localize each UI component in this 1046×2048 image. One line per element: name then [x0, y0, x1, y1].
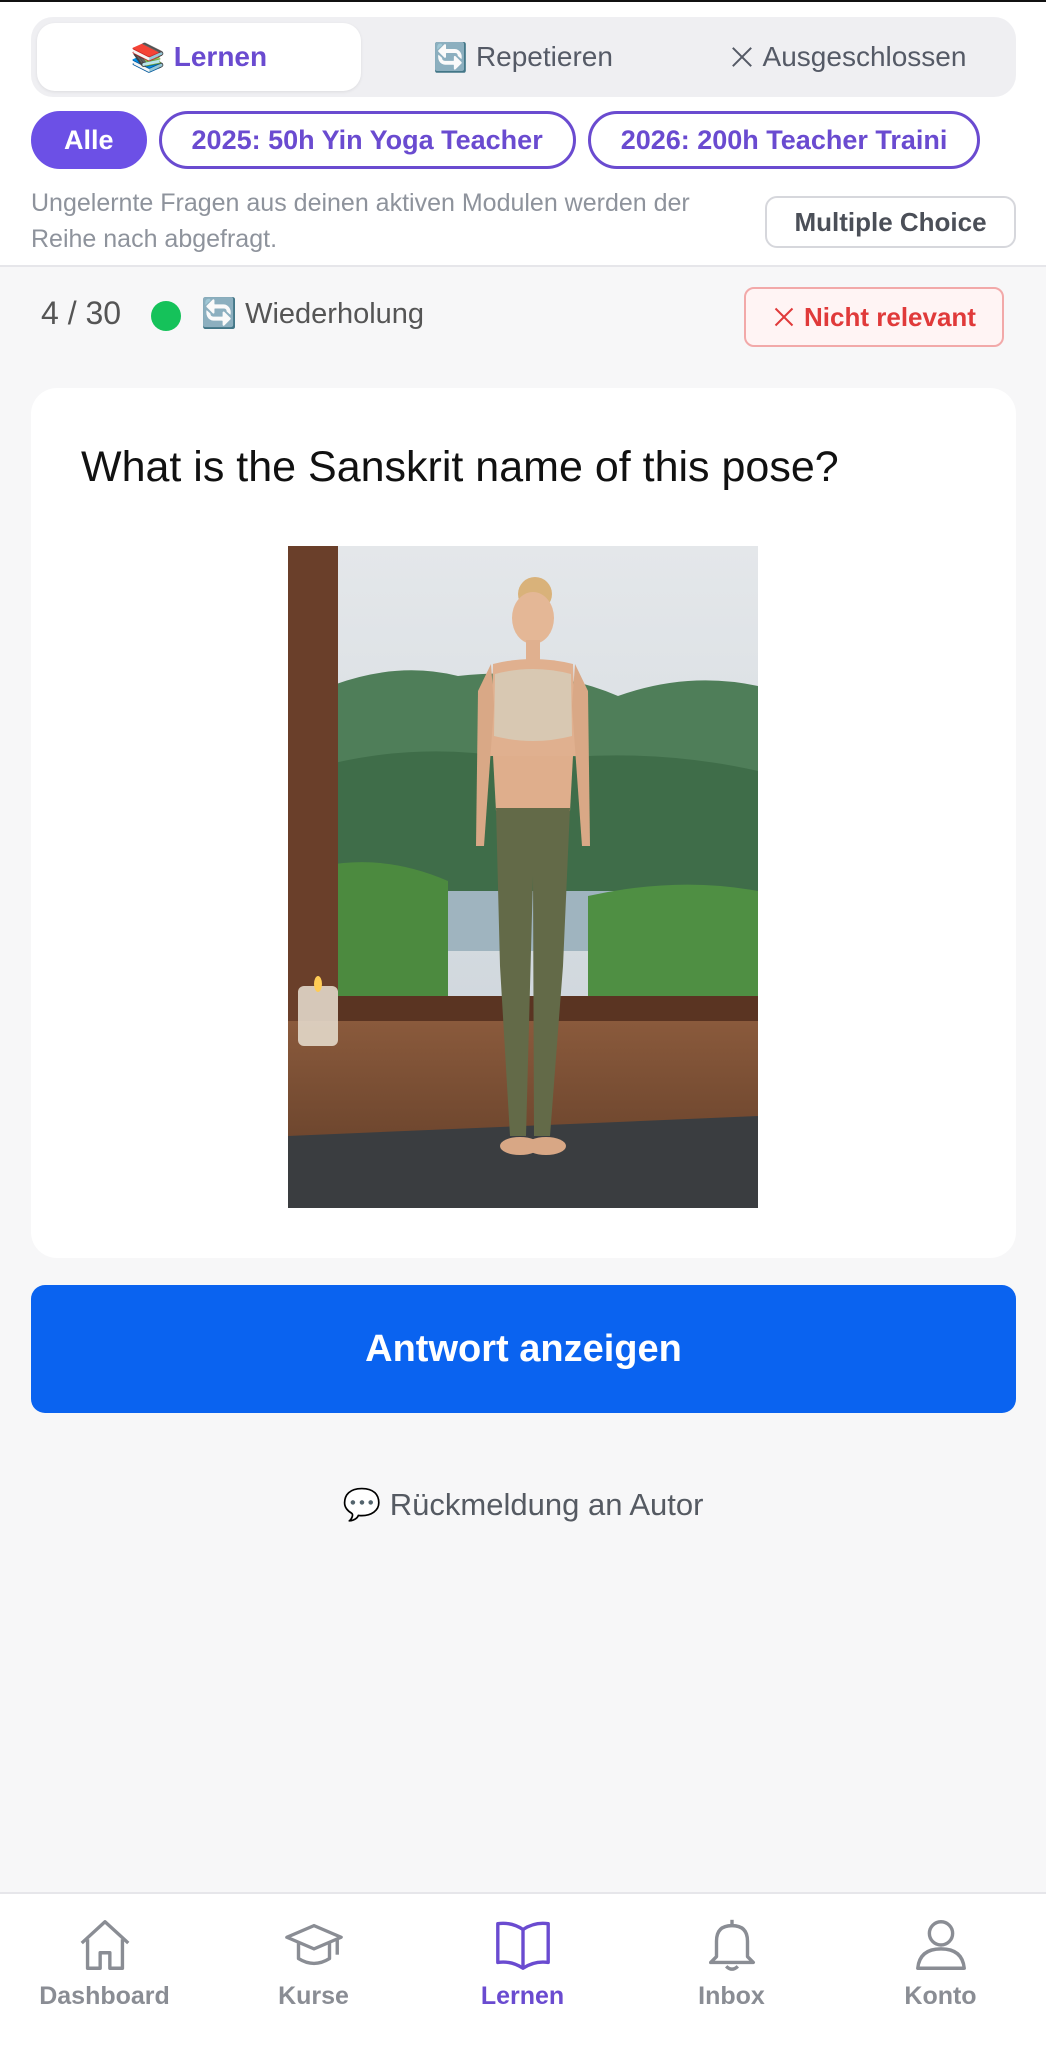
bell-icon — [708, 1919, 755, 1971]
nav-label-inbox: Inbox — [698, 1982, 765, 2010]
nav-item-dashboard[interactable]: Dashboard — [0, 1894, 209, 2048]
multiple-choice-button[interactable]: Multiple Choice — [765, 196, 1016, 248]
tab-repetieren-label: Repetieren — [475, 41, 613, 72]
tab-ausgeschlossen-label: Ausgeschlossen — [762, 41, 967, 72]
filter-chip-yin-yoga[interactable]: 2025: 50h Yin Yoga Teacher — [158, 111, 576, 169]
nav-label-lernen: Lernen — [480, 1982, 565, 2010]
question-status-row: 4 / 30 🔄 Wiederholung Nicht relevant — [41, 287, 1016, 347]
not-relevant-button[interactable]: Nicht relevant — [744, 287, 1004, 347]
repeat-icon: 🔄 — [433, 41, 468, 73]
feedback-to-author-link[interactable]: 💬 Rückmeldung an Autor — [0, 1486, 1046, 1523]
nav-item-lernen[interactable]: Lernen — [418, 1894, 627, 2048]
question-counter: 4 / 30 — [41, 295, 122, 331]
books-icon: 📚 — [130, 41, 166, 73]
nav-item-konto[interactable]: Konto — [836, 1894, 1045, 2048]
tab-lernen-label: Lernen — [173, 41, 268, 72]
close-icon — [772, 305, 796, 329]
mode-hint-text: Ungelernte Fragen aus deinen aktiven Mod… — [31, 189, 690, 253]
nav-label-kurse: Kurse — [278, 1982, 349, 2010]
not-relevant-label: Nicht relevant — [804, 301, 976, 332]
repeat-icon: 🔄 — [201, 298, 238, 330]
status-dot — [151, 301, 181, 331]
repetition-badge: 🔄 Wiederholung — [201, 297, 424, 331]
nav-item-kurse[interactable]: Kurse — [209, 1894, 418, 2048]
nav-label-dashboard: Dashboard — [39, 1982, 170, 2010]
tab-lernen[interactable]: 📚 Lernen — [37, 23, 361, 91]
user-icon — [915, 1920, 966, 1970]
module-filter-chips: Alle 2025: 50h Yin Yoga Teacher 2026: 200h… — [31, 111, 1016, 169]
open-book-icon — [495, 1921, 550, 1970]
repetition-label: Wiederholung — [245, 297, 425, 330]
pose-image — [288, 546, 758, 1208]
mode-tabs: 📚 Lernen 🔄 Repetieren Ausgeschlossen — [31, 17, 1016, 97]
feedback-label: Rückmeldung an Autor — [389, 1487, 704, 1522]
home-icon — [80, 1920, 129, 1970]
speech-bubble-icon: 💬 — [342, 1487, 382, 1522]
tab-ausgeschlossen[interactable]: Ausgeschlossen — [685, 23, 1010, 91]
question-text: What is the Sanskrit name of this pose? — [81, 443, 839, 491]
show-answer-button[interactable]: Antwort anzeigen — [31, 1285, 1016, 1413]
nav-item-inbox[interactable]: Inbox — [627, 1894, 836, 2048]
bottom-navigation: Dashboard Kurse Lernen Inbox Konto — [0, 1892, 1046, 2048]
close-icon — [729, 44, 755, 70]
question-card: What is the Sanskrit name of this pose? — [31, 388, 1016, 1258]
nav-label-konto: Konto — [904, 1982, 977, 2010]
top-area: 📚 Lernen 🔄 Repetieren Ausgeschlossen All… — [0, 2, 1046, 267]
tab-repetieren[interactable]: 🔄 Repetieren — [361, 23, 685, 91]
graduation-cap-icon — [284, 1923, 343, 1966]
filter-chip-alle[interactable]: Alle — [31, 111, 147, 169]
filter-chip-200h-training[interactable]: 2026: 200h Teacher Traini — [587, 111, 981, 169]
yoga-pose-illustration — [288, 546, 758, 1208]
